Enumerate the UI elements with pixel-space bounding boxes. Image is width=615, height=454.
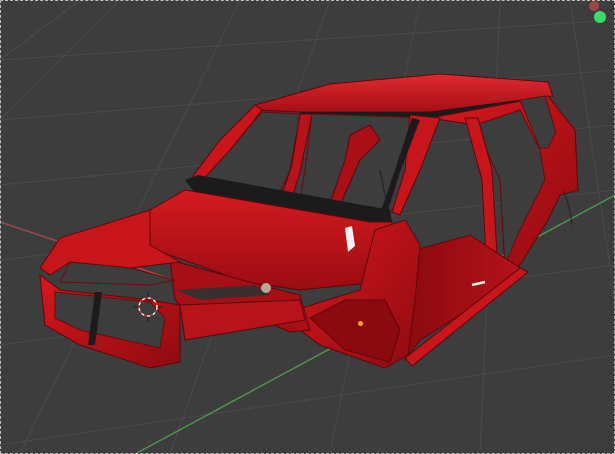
car-body-shell[interactable] [39,73,579,369]
crossmember [179,299,306,341]
gizmo-y-positive-icon[interactable] [594,11,606,23]
engine-mount [261,283,271,293]
3d-viewport[interactable] [0,0,615,454]
floor-pan [404,234,521,362]
object-origin-marker[interactable] [358,321,363,326]
gizmo-x-negative-icon[interactable] [589,1,599,11]
viewport-canvas[interactable] [0,0,615,454]
